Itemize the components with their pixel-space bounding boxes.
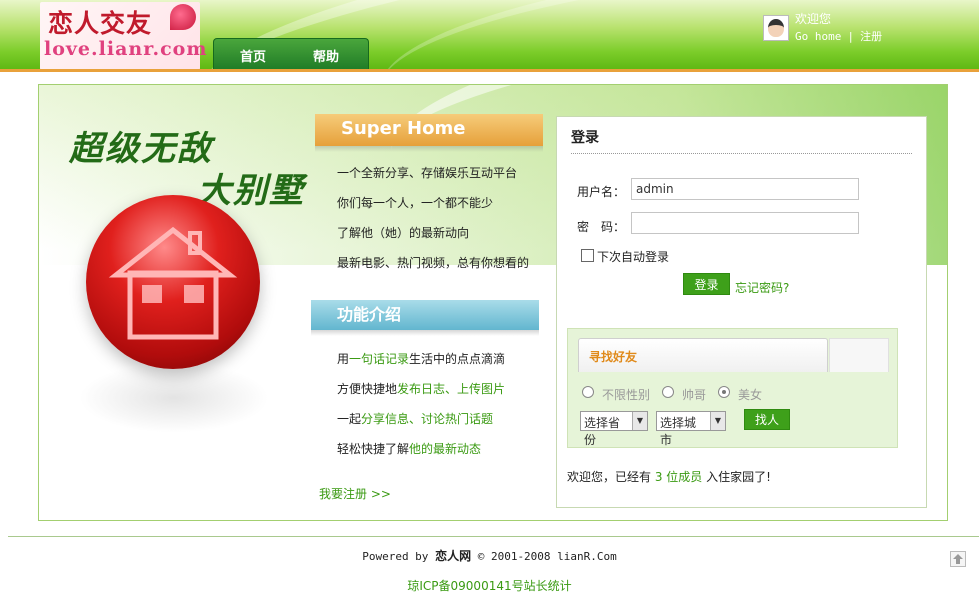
feature-link[interactable]: 发布日志、上传图片 — [397, 382, 505, 396]
login-title: 登录 — [571, 130, 599, 146]
powered-brand: 恋人网 — [435, 549, 472, 563]
logo-en-text: love.lianr.com — [44, 38, 208, 60]
house-icon — [108, 226, 238, 340]
register-link[interactable]: 我要注册 >> — [319, 485, 391, 502]
feature-text: 生活中的点点滴滴 — [409, 352, 506, 366]
main-nav: 首页 帮助 — [213, 38, 369, 69]
gender-label-any: 不限性别 — [602, 388, 651, 402]
members-count: 3 位成员 — [654, 470, 703, 484]
find-friend-box: 寻找好友 不限性别 帅哥 美女 选择省份 ▼ 选择城市 ▼ 找人 — [567, 328, 898, 448]
login-panel: 登录 用户名： 密 码： 下次自动登录 登录 忘记密码? 寻找好友 不限性别 帅… — [556, 116, 927, 508]
feature-item: 一起分享信息、讨论热门话题 — [337, 411, 505, 441]
banner-shadow — [315, 146, 543, 152]
tab-find-friend[interactable]: 寻找好友 — [578, 338, 828, 372]
desc-line: 一个全新分享、存储娱乐互动平台 — [337, 166, 518, 180]
password-label: 密 码： — [577, 220, 626, 234]
function-intro-banner: 功能介绍 — [311, 300, 539, 330]
auto-login-checkbox[interactable] — [581, 249, 594, 262]
auto-login-label: 下次自动登录 — [597, 250, 670, 264]
face-icon — [768, 19, 784, 37]
members-pre: 欢迎您，已经有 — [567, 470, 652, 484]
city-select-value: 选择城市 — [660, 416, 697, 447]
super-home-banner: Super Home — [315, 114, 543, 146]
province-select[interactable]: 选择省份 ▼ — [580, 411, 648, 447]
gender-label-male: 帅哥 — [682, 388, 707, 402]
find-button[interactable]: 找人 — [744, 409, 790, 430]
desc-line: 了解他（她）的最新动向 — [337, 226, 470, 240]
powered-pre: Powered by — [362, 550, 429, 563]
logo-cn-text: 恋人交友 — [48, 9, 153, 38]
password-field[interactable] — [631, 212, 859, 234]
flower-icon — [170, 4, 196, 30]
red-ball — [86, 195, 260, 369]
feature-item: 方便快捷地发布日志、上传图片 — [337, 381, 505, 411]
desc-line: 最新电影、热门视频，总有你想看的 — [337, 256, 530, 270]
find-friend-tab-label: 寻找好友 — [589, 350, 638, 364]
register-link-top[interactable]: 注册 — [860, 30, 882, 43]
welcome-text: 欢迎您 — [795, 12, 832, 26]
site-logo[interactable]: 恋人交友 love.lianr.com — [40, 2, 206, 69]
ball-shadow — [79, 363, 269, 433]
gender-radio-male[interactable] — [662, 386, 674, 398]
banner-shadow — [311, 330, 539, 336]
feature-text: 方便快捷地 — [337, 382, 398, 396]
feature-text: 轻松快捷了解 — [337, 442, 410, 456]
dotted-divider — [571, 153, 912, 154]
desc-line: 你们每一个人，一个都不能少 — [337, 196, 494, 210]
feature-item: 用一句话记录生活中的点点滴滴 — [337, 351, 505, 381]
login-button[interactable]: 登录 — [683, 273, 730, 295]
members-post: 入住家园了! — [706, 470, 771, 484]
find-friend-form: 不限性别 帅哥 美女 选择省份 ▼ 选择城市 ▼ 找人 — [578, 372, 889, 447]
feature-link[interactable]: 他的最新动态 — [409, 442, 481, 456]
avatar[interactable] — [763, 15, 789, 41]
feature-text: 一起 — [337, 412, 362, 426]
feature-item: 轻松快捷了解他的最新动态 — [337, 441, 505, 471]
feature-link[interactable]: 一句话记录 — [349, 352, 409, 366]
tab-empty — [829, 338, 889, 372]
go-home-link[interactable]: Go home — [795, 30, 841, 43]
feature-text: 用 — [337, 352, 350, 366]
gender-radio-female[interactable] — [718, 386, 730, 398]
forgot-password-link[interactable]: 忘记密码? — [735, 279, 789, 296]
nav-item-home[interactable]: 首页 — [240, 46, 266, 65]
gender-radio-any[interactable] — [582, 386, 594, 398]
powered-by: Powered by 恋人网 © 2001-2008 lianR.Com — [0, 547, 979, 564]
city-select[interactable]: 选择城市 ▼ — [656, 411, 726, 447]
desc-list: 一个全新分享、存储娱乐互动平台 你们每一个人，一个都不能少 了解他（她）的最新动… — [337, 165, 529, 285]
main-panel: 超级无敌 大别墅 Super Home 一个全新分享、存储娱乐互动平台 你们每一… — [38, 84, 948, 521]
icp-text[interactable]: 琼ICP备09000141号站长统计 — [0, 577, 979, 594]
user-box: 欢迎您 Go home | 注册 — [763, 10, 963, 46]
nav-item-help[interactable]: 帮助 — [313, 46, 339, 65]
slogan-line-1: 超级无敌 — [69, 129, 213, 169]
username-field[interactable] — [631, 178, 859, 200]
powered-post: © 2001-2008 lianR.Com — [477, 550, 617, 563]
gender-label-female: 美女 — [738, 388, 763, 402]
username-label: 用户名： — [577, 185, 626, 199]
members-text: 欢迎您，已经有 3 位成员 入住家园了! — [567, 468, 771, 485]
feature-list: 用一句话记录生活中的点点滴滴 方便快捷地发布日志、上传图片 一起分享信息、讨论热… — [337, 351, 505, 471]
province-select-value: 选择省份 — [584, 416, 621, 447]
feature-link[interactable]: 分享信息、讨论热门话题 — [361, 412, 493, 426]
chevron-down-icon: ▼ — [710, 412, 725, 430]
back-to-top-icon[interactable] — [950, 551, 966, 567]
user-links: Go home | 注册 — [795, 28, 882, 44]
link-separator: | — [848, 30, 853, 43]
header: 恋人交友 love.lianr.com 首页 帮助 欢迎您 Go home | … — [0, 0, 979, 72]
chevron-down-icon: ▼ — [632, 412, 647, 430]
footer-divider — [8, 536, 979, 537]
